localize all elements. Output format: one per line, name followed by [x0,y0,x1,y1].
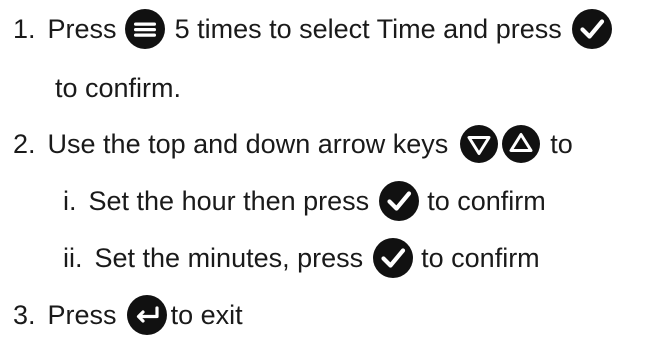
step-text: Press [47,299,117,330]
substep-i: i. Set the hour then press to confirm [63,179,546,223]
step-1-line-2: to confirm. [55,66,181,110]
substep-number: ii. [63,242,83,273]
step-text: 5 times to select Time and press [174,13,562,44]
step-text: to [550,128,573,159]
checkmark-icon [373,238,414,278]
step-text: to confirm. [55,72,182,103]
substep-number: i. [63,185,77,216]
step-1-line-1: 1. Press 5 times to select Time and pres… [13,7,612,51]
down-arrow-icon [460,125,499,163]
step-number: 2. [13,128,36,159]
return-icon [126,295,167,335]
step-text: to exit [170,299,243,330]
substep-text: Set the minutes, press [94,242,364,273]
step-text: Use the top and down arrow keys [47,128,449,159]
step-2-line-1: 2. Use the top and down arrow keys to [13,122,573,166]
step-number: 1. [13,13,36,44]
checkmark-icon [379,181,420,221]
substep-text: to confirm [421,242,540,273]
substep-text: Set the hour then press [88,185,370,216]
step-3-line-1: 3. Press to exit [13,293,243,337]
menu-icon [124,9,165,49]
checkmark-icon [571,9,612,49]
step-number: 3. [13,299,36,330]
up-arrow-icon [502,125,541,163]
substep-text: to confirm [427,185,546,216]
substep-ii: ii. Set the minutes, press to confirm [63,236,540,280]
step-text: Press [47,13,117,44]
